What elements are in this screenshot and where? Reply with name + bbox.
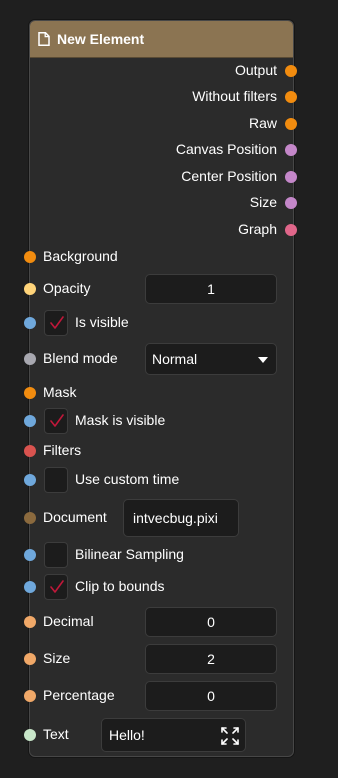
output-label: Graph xyxy=(238,221,277,237)
output-socket[interactable] xyxy=(285,91,297,103)
output-socket[interactable] xyxy=(285,171,297,183)
input-socket[interactable] xyxy=(24,690,36,702)
input-socket[interactable] xyxy=(24,616,36,628)
node-header[interactable]: New Element xyxy=(30,21,293,58)
input-label: Background xyxy=(43,248,118,264)
use-custom-time-label: Use custom time xyxy=(75,471,180,487)
node-title: New Element xyxy=(57,31,145,47)
input-label: Blend mode xyxy=(43,350,118,366)
output-label: Canvas Position xyxy=(175,141,277,157)
is-visible-label: Is visible xyxy=(75,314,129,330)
input-label: Decimal xyxy=(43,613,94,629)
input-socket[interactable] xyxy=(24,474,36,486)
input-label: Document xyxy=(43,509,107,525)
input-label: Filters xyxy=(43,442,82,458)
output-label: Raw xyxy=(248,115,277,131)
blend-mode-select[interactable]: Normal xyxy=(145,343,277,375)
output-label: Without filters xyxy=(192,88,277,104)
input-label: Percentage xyxy=(43,687,115,703)
document-file-picker[interactable]: intvecbug.pixi xyxy=(123,499,239,537)
document-icon xyxy=(38,32,50,46)
input-socket[interactable] xyxy=(24,415,36,427)
input-socket[interactable] xyxy=(24,317,36,329)
is-visible-checkbox[interactable] xyxy=(44,310,68,336)
expand-icon[interactable] xyxy=(221,727,239,745)
output-socket[interactable] xyxy=(285,65,297,77)
input-socket[interactable] xyxy=(24,387,36,399)
input-socket[interactable] xyxy=(24,512,36,524)
input-label: Size xyxy=(43,650,71,666)
caret-down-icon xyxy=(258,357,268,363)
output-socket[interactable] xyxy=(285,197,297,209)
checkmark-icon xyxy=(50,414,64,427)
size-input[interactable]: 2 xyxy=(145,644,277,674)
decimal-input[interactable]: 0 xyxy=(145,607,277,637)
clip-to-bounds-label: Clip to bounds xyxy=(75,578,165,594)
input-label: Text xyxy=(43,726,69,742)
input-socket[interactable] xyxy=(24,283,36,295)
output-socket[interactable] xyxy=(285,224,297,236)
clip-to-bounds-checkbox[interactable] xyxy=(44,574,68,600)
checkmark-icon xyxy=(50,316,64,329)
input-socket[interactable] xyxy=(24,581,36,593)
percentage-input[interactable]: 0 xyxy=(145,681,277,711)
input-socket[interactable] xyxy=(24,251,36,263)
output-label: Center Position xyxy=(181,168,277,184)
output-socket[interactable] xyxy=(285,118,297,130)
input-socket[interactable] xyxy=(24,353,36,365)
output-label: Size xyxy=(249,194,277,210)
opacity-input[interactable]: 1 xyxy=(145,274,277,304)
use-custom-time-checkbox[interactable] xyxy=(44,467,68,493)
input-socket[interactable] xyxy=(24,729,36,741)
bilinear-sampling-label: Bilinear Sampling xyxy=(75,546,184,562)
mask-is-visible-checkbox[interactable] xyxy=(44,408,68,434)
output-socket[interactable] xyxy=(285,144,297,156)
input-socket[interactable] xyxy=(24,549,36,561)
input-socket[interactable] xyxy=(24,653,36,665)
mask-is-visible-label: Mask is visible xyxy=(75,412,166,428)
input-label: Mask xyxy=(43,384,77,400)
text-value: Hello! xyxy=(109,727,145,743)
input-socket[interactable] xyxy=(24,445,36,457)
input-label: Opacity xyxy=(43,280,91,296)
bilinear-sampling-checkbox[interactable] xyxy=(44,542,68,568)
text-input[interactable]: Hello! xyxy=(101,718,246,752)
blend-mode-value: Normal xyxy=(152,351,198,367)
output-label: Output xyxy=(234,62,277,78)
checkmark-icon xyxy=(50,580,64,593)
